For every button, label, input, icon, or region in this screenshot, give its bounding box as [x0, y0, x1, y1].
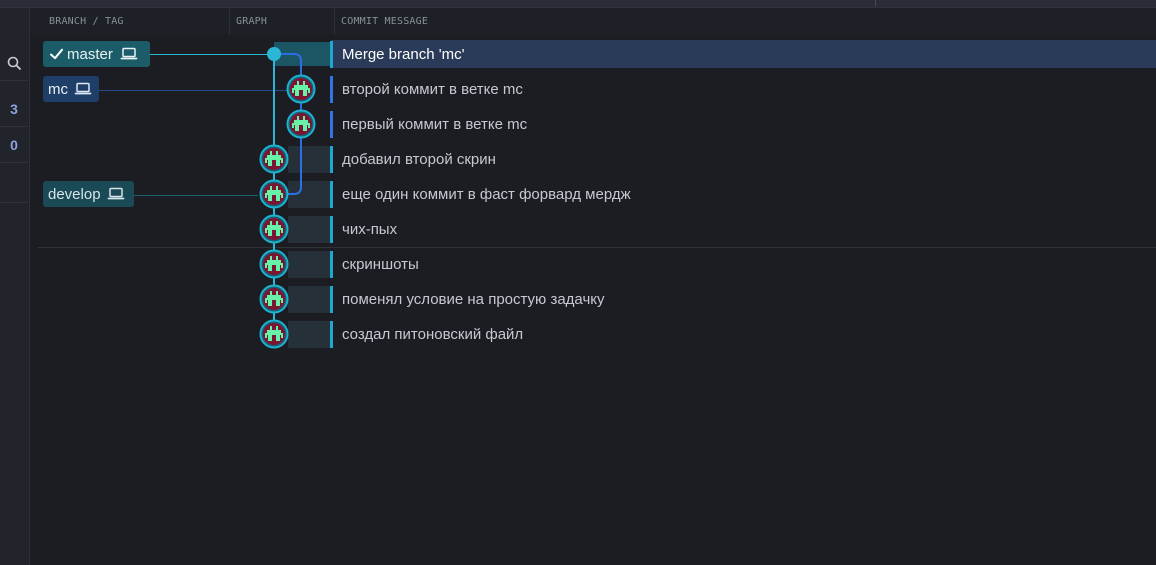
- commit-marker: [330, 76, 333, 103]
- avatar-icon: [259, 249, 289, 279]
- commit-message[interactable]: второй коммит в ветке mc: [342, 80, 523, 100]
- avatar-icon: [259, 214, 289, 244]
- search-icon: [7, 56, 21, 70]
- check-icon: [50, 48, 63, 60]
- avatar-icon: [259, 179, 289, 209]
- sidebar-count-badge[interactable]: 3: [0, 92, 28, 127]
- branch-name-mc: mc: [48, 80, 68, 98]
- avatar-icon: [286, 109, 316, 139]
- list-section-divider: [38, 247, 1156, 248]
- commit-marker: [330, 146, 333, 173]
- commit-table-header: BRANCH / TAG GRAPH COMMIT MESSAGE: [30, 8, 1156, 35]
- commit-message[interactable]: создал питоновский файл: [342, 325, 523, 345]
- toolbar-divider: [875, 0, 876, 6]
- sidebar-count-badge[interactable]: 0: [0, 128, 28, 163]
- commit-marker: [330, 216, 333, 243]
- avatar-icon: [286, 74, 316, 104]
- branch-name-master: master: [67, 45, 113, 63]
- branch-label-develop[interactable]: develop: [43, 181, 134, 207]
- commit-message-column-header[interactable]: COMMIT MESSAGE: [341, 8, 541, 35]
- merge-node: [267, 47, 281, 61]
- commit-message[interactable]: Merge branch 'mc': [342, 45, 464, 65]
- commit-graph: [259, 47, 316, 349]
- column-divider[interactable]: [229, 8, 230, 35]
- commit-marker: [330, 286, 333, 313]
- git-client-window: 3 0 BRANCH / TAG GRAPH COMMIT MESSAGE ma…: [0, 0, 1156, 565]
- top-toolbar-strip: [0, 0, 1156, 8]
- branch-tag-column-header[interactable]: BRANCH / TAG: [49, 8, 229, 35]
- avatar-icon: [259, 144, 289, 174]
- commit-marker: [330, 181, 333, 208]
- branch-label-mc[interactable]: mc: [43, 76, 99, 102]
- commit-message[interactable]: добавил второй скрин: [342, 150, 496, 170]
- avatar-icon: [259, 319, 289, 349]
- graph-column-header[interactable]: GRAPH: [236, 8, 331, 35]
- commit-marker: [330, 251, 333, 278]
- commit-message[interactable]: поменял условие на простую задачку: [342, 290, 605, 310]
- avatar-icon: [259, 284, 289, 314]
- commit-marker: [330, 321, 333, 348]
- sidebar-search-button[interactable]: [0, 46, 28, 81]
- left-sidebar-rail: 3 0: [0, 8, 30, 565]
- commit-message[interactable]: чих-пых: [342, 220, 397, 240]
- commit-marker: [330, 41, 333, 68]
- laptop-icon: [74, 82, 92, 95]
- develop-branch-connector: [134, 195, 258, 196]
- sidebar-empty-cell: [0, 164, 28, 203]
- commit-marker: [330, 111, 333, 138]
- commit-message[interactable]: еще один коммит в фаст форвард мердж: [342, 185, 631, 205]
- commit-message[interactable]: скриншоты: [342, 255, 419, 275]
- branch-label-master[interactable]: master: [43, 41, 150, 67]
- column-divider[interactable]: [334, 8, 335, 35]
- laptop-icon: [120, 47, 138, 60]
- laptop-icon: [107, 187, 124, 200]
- branch-name-develop: develop: [48, 185, 101, 203]
- commit-message[interactable]: первый коммит в ветке mc: [342, 115, 527, 135]
